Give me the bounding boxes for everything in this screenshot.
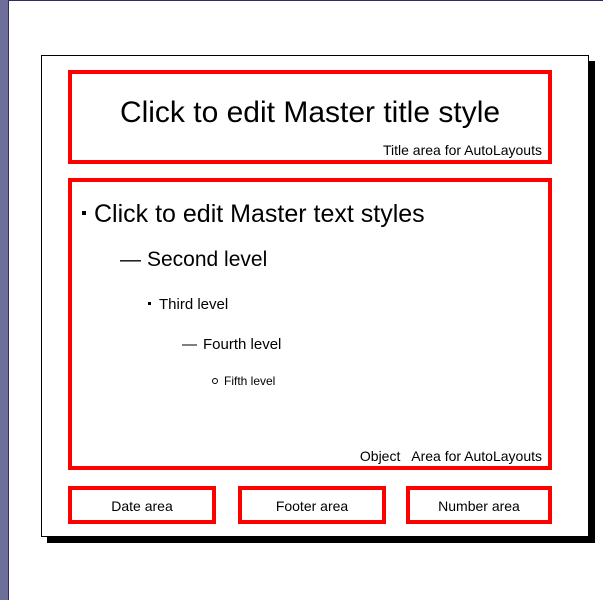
number-area-label: Number area <box>438 498 520 514</box>
level-4-text: Fourth level <box>203 336 282 353</box>
footer-placeholder[interactable]: Footer area <box>238 486 386 524</box>
text-level-5[interactable]: Fifth level <box>212 374 275 388</box>
slide-master: Click to edit Master title style Title a… <box>41 55 589 537</box>
title-area-caption: Title area for AutoLayouts <box>382 142 542 158</box>
level-2-text: Second level <box>147 248 268 271</box>
text-level-3[interactable]: Third level <box>148 296 228 313</box>
date-placeholder[interactable]: Date area <box>68 486 216 524</box>
square-bullet-icon <box>82 211 86 216</box>
circle-bullet-icon <box>212 377 218 384</box>
title-placeholder[interactable]: Click to edit Master title style Title a… <box>68 70 552 164</box>
master-title-text[interactable]: Click to edit Master title style <box>78 96 542 130</box>
dash-bullet-icon: — <box>120 248 141 271</box>
level-3-text: Third level <box>159 296 229 313</box>
text-level-2[interactable]: — Second level <box>120 248 267 272</box>
level-5-text: Fifth level <box>224 374 276 388</box>
level-1-text: Click to edit Master text styles <box>94 200 425 228</box>
text-level-1[interactable]: Click to edit Master text styles <box>82 200 425 229</box>
square-bullet-icon <box>148 301 151 305</box>
text-level-4[interactable]: — Fourth level <box>182 336 281 353</box>
number-placeholder[interactable]: Number area <box>406 486 552 524</box>
footer-area-label: Footer area <box>275 498 349 514</box>
object-placeholder[interactable]: Click to edit Master text styles — Second… <box>68 178 552 470</box>
date-area-label: Date area <box>111 498 173 514</box>
object-area-caption: Object Area for AutoLayouts <box>359 448 542 464</box>
slide-master-workspace: Click to edit Master title style Title a… <box>8 0 603 600</box>
dash-bullet-icon: — <box>182 336 197 353</box>
